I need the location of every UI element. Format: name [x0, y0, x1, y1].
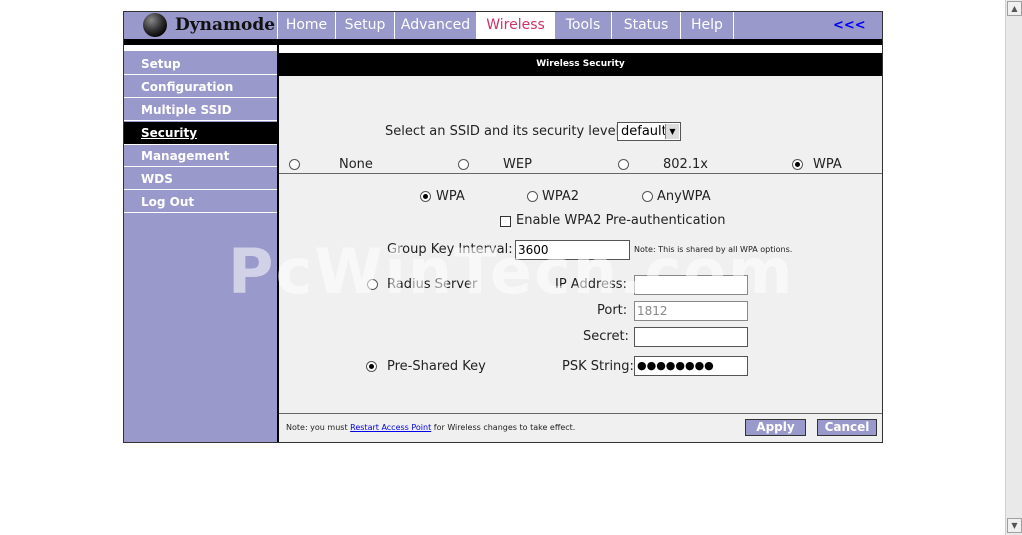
footer-note-prefix: Note: you must	[286, 423, 348, 432]
radius-server-label: Radius Server	[387, 277, 478, 292]
security-none-radio[interactable]	[289, 159, 300, 170]
scroll-down-icon[interactable]: ▼	[1007, 518, 1022, 533]
radius-server-radio[interactable]	[367, 279, 378, 290]
tab-setup[interactable]: Setup	[336, 12, 395, 39]
security-wep-label: WEP	[503, 157, 532, 172]
tab-wireless[interactable]: Wireless	[477, 12, 555, 39]
tab-help[interactable]: Help	[681, 12, 734, 39]
footer-note-suffix: for Wireless changes to take effect.	[433, 423, 576, 432]
ssid-label: Select an SSID and its security level:	[385, 124, 624, 139]
sidebar-item-management[interactable]: Management	[124, 145, 277, 167]
footer-note: Note: you must Restart Access Point for …	[286, 423, 575, 432]
sidebar-item-log-out[interactable]: Log Out	[124, 191, 277, 213]
cancel-button[interactable]: Cancel	[817, 419, 877, 436]
security-wpa-radio[interactable]	[792, 159, 803, 170]
wpa-mode-wpa-radio[interactable]	[420, 191, 431, 202]
tab-advanced[interactable]: Advanced	[395, 12, 477, 39]
security-none-label: None	[339, 157, 373, 172]
section-divider	[279, 173, 882, 174]
pre-shared-key-label: Pre-Shared Key	[387, 359, 486, 374]
psk-string-input[interactable]: ●●●●●●●●	[634, 356, 748, 376]
wpa-mode-anywpa-label: AnyWPA	[657, 189, 711, 204]
wpa-mode-wpa2-radio[interactable]	[527, 191, 538, 202]
psk-string-label: PSK String:	[562, 359, 634, 374]
brand-logo-text: Dynamode	[175, 15, 276, 35]
secret-input[interactable]	[634, 327, 748, 347]
apply-button[interactable]: Apply	[745, 419, 806, 436]
tab-tools[interactable]: Tools	[555, 12, 612, 39]
logo-globe-icon	[143, 13, 167, 37]
sidebar-item-security[interactable]: Security	[124, 122, 277, 145]
restart-access-point-link[interactable]: Restart Access Point	[350, 423, 431, 432]
chevron-down-icon[interactable]: ▼	[665, 124, 679, 139]
ip-address-label: IP Address:	[555, 277, 627, 292]
sidebar-item-setup[interactable]: Setup	[124, 53, 277, 75]
scroll-up-icon[interactable]: ▲	[1007, 1, 1022, 16]
group-key-label: Group Key Interval:	[387, 242, 513, 257]
sidebar-item-wds[interactable]: WDS	[124, 168, 277, 190]
sidebar-item-multiple-ssid[interactable]: Multiple SSID	[124, 99, 277, 121]
vertical-scrollbar[interactable]: ▲ ▼	[1005, 0, 1022, 535]
security-wpa-label: WPA	[813, 157, 842, 172]
page-title: Wireless Security	[279, 53, 882, 76]
ip-address-input[interactable]	[634, 275, 748, 295]
tab-home[interactable]: Home	[278, 12, 336, 39]
security-8021x-radio[interactable]	[618, 159, 629, 170]
preauth-label: Enable WPA2 Pre-authentication	[516, 213, 726, 228]
port-label: Port:	[597, 303, 628, 318]
group-key-note: Note: This is shared by all WPA options.	[634, 245, 793, 254]
sidebar-item-configuration[interactable]: Configuration	[124, 76, 277, 98]
pre-shared-key-radio[interactable]	[366, 361, 377, 372]
group-key-input[interactable]	[515, 240, 630, 260]
ssid-select[interactable]: default ▼	[617, 122, 681, 141]
preauth-checkbox[interactable]	[500, 216, 511, 227]
port-input[interactable]	[634, 301, 748, 321]
wpa-mode-wpa2-label: WPA2	[542, 189, 580, 204]
secret-label: Secret:	[583, 329, 629, 344]
collapse-menu-link[interactable]: <<<	[833, 18, 866, 33]
wpa-mode-anywpa-radio[interactable]	[642, 191, 653, 202]
tab-status[interactable]: Status	[612, 12, 681, 39]
wpa-mode-wpa-label: WPA	[436, 189, 465, 204]
footer-divider	[279, 413, 882, 414]
security-wep-radio[interactable]	[458, 159, 469, 170]
ssid-select-value: default	[621, 124, 667, 139]
security-8021x-label: 802.1x	[663, 157, 708, 172]
